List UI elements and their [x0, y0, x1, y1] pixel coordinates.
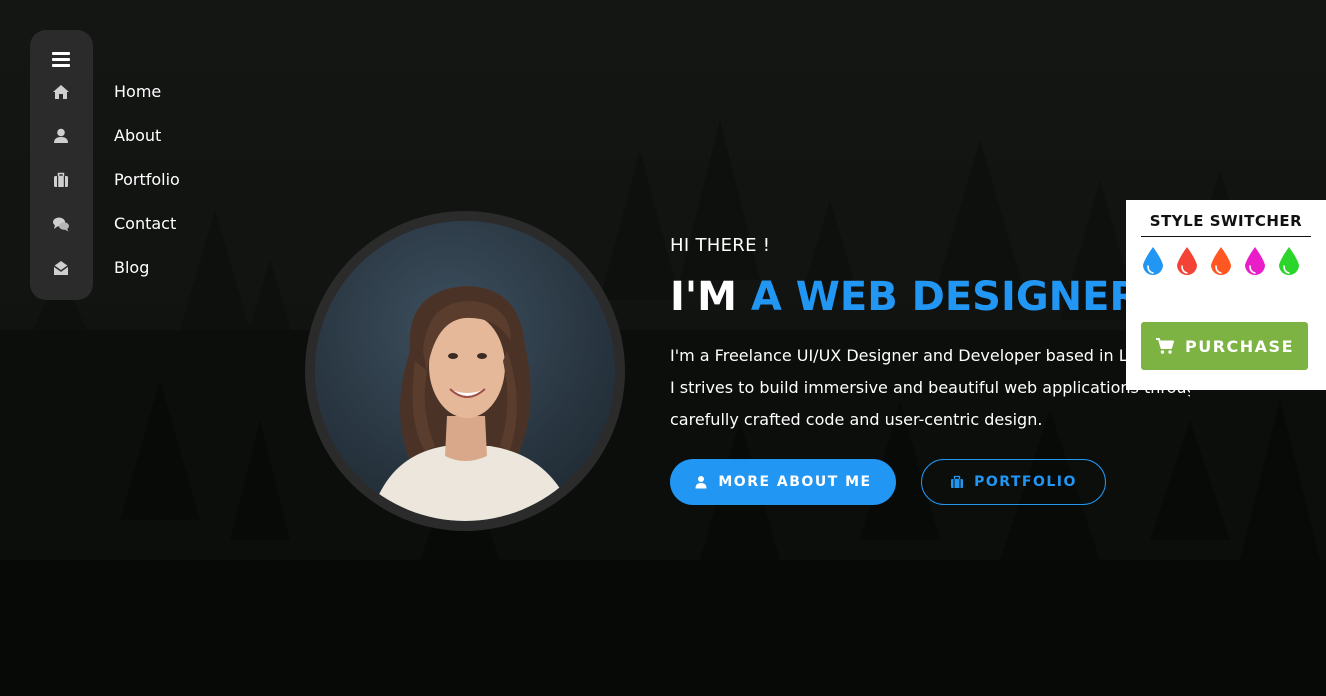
- purchase-button[interactable]: PURCHASE: [1141, 322, 1308, 370]
- nav-link-about[interactable]: About: [114, 124, 161, 148]
- more-about-me-button[interactable]: MORE ABOUT ME: [670, 459, 896, 505]
- hero-greeting: HI THERE !: [670, 235, 771, 256]
- user-icon: [695, 476, 707, 489]
- color-swatch-drop-icon[interactable]: [1209, 246, 1233, 278]
- hero-headline: I'M A WEB DESIGNER: [670, 270, 1140, 324]
- sidebar: [30, 30, 93, 300]
- color-swatch-drop-icon[interactable]: [1141, 246, 1165, 278]
- profile-photo: [315, 221, 615, 521]
- style-switcher-panel: STYLE SWITCHER PURCHASE: [1126, 200, 1326, 390]
- nav-link-contact[interactable]: Contact: [114, 212, 176, 236]
- purchase-label: PURCHASE: [1184, 336, 1294, 356]
- bio-line: carefully crafted code and user-centric …: [670, 410, 1043, 429]
- envelope-open-icon[interactable]: [51, 258, 71, 278]
- shopping-cart-icon: [1155, 338, 1174, 354]
- color-swatch-drop-icon[interactable]: [1277, 246, 1301, 278]
- hamburger-menu-icon[interactable]: [52, 52, 70, 68]
- headline-accent: A WEB DESIGNER: [750, 274, 1141, 320]
- briefcase-icon[interactable]: [51, 170, 71, 190]
- bio-line: I strives to build immersive and beautif…: [670, 378, 1190, 397]
- headline-prefix: I'M: [670, 274, 737, 320]
- portfolio-button[interactable]: PORTFOLIO: [921, 459, 1106, 505]
- nav-link-blog[interactable]: Blog: [114, 256, 149, 280]
- chat-bubbles-icon[interactable]: [51, 214, 71, 234]
- color-swatch-drop-icon[interactable]: [1175, 246, 1199, 278]
- nav-link-home[interactable]: Home: [114, 80, 161, 104]
- more-about-me-label: MORE ABOUT ME: [718, 474, 872, 490]
- home-icon[interactable]: [51, 82, 71, 102]
- briefcase-icon: [951, 475, 964, 488]
- user-icon[interactable]: [51, 126, 71, 146]
- color-swatch-drop-icon[interactable]: [1243, 246, 1267, 278]
- nav-link-portfolio[interactable]: Portfolio: [114, 168, 180, 192]
- style-switcher-title: STYLE SWITCHER: [1141, 212, 1311, 237]
- profile-photo-frame: [305, 211, 625, 531]
- hero-bio: I'm a Freelance UI/UX Designer and Devel…: [670, 340, 1190, 436]
- portfolio-button-label: PORTFOLIO: [974, 474, 1077, 490]
- bio-line: I'm a Freelance UI/UX Designer and Devel…: [670, 346, 1190, 365]
